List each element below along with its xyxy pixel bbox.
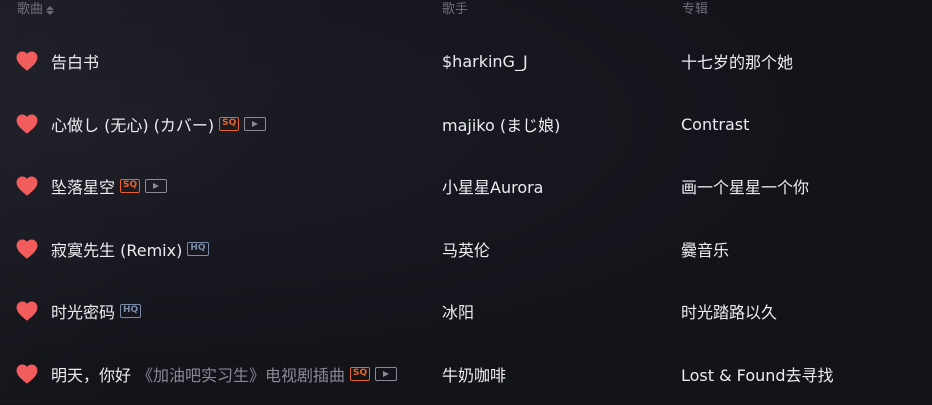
- table-header: 歌曲 歌手 专辑: [0, 0, 932, 22]
- header-artist-column: 歌手: [442, 1, 468, 19]
- hq-badge: HQ: [120, 304, 142, 318]
- song-row[interactable]: 寂寞先生 (Remix) HQ 马英伦 爨音乐: [0, 218, 932, 280]
- song-album[interactable]: 十七岁的那个她: [681, 30, 793, 92]
- heart-icon[interactable]: [16, 176, 38, 196]
- song-artist[interactable]: 牛奶咖啡: [442, 343, 506, 405]
- song-artist[interactable]: 马英伦: [442, 218, 490, 280]
- song-album[interactable]: Lost & Found去寻找: [681, 343, 834, 405]
- heart-icon[interactable]: [16, 239, 38, 259]
- sq-badge: SQ: [350, 367, 371, 381]
- song-row[interactable]: 坠落星空 SQ 小星星Aurora 画一个星星一个你: [0, 155, 932, 217]
- song-row[interactable]: 时光密码 HQ 冰阳 时光踏路以久: [0, 280, 932, 342]
- song-title[interactable]: 心做し (无心) (カバー): [51, 112, 214, 136]
- hq-badge: HQ: [187, 242, 209, 256]
- song-album[interactable]: 时光踏路以久: [681, 280, 777, 342]
- song-artist[interactable]: 冰阳: [442, 280, 474, 342]
- heart-icon[interactable]: [16, 364, 38, 384]
- sq-badge: SQ: [219, 117, 240, 131]
- song-title[interactable]: 明天，你好: [51, 362, 131, 386]
- mv-play-icon[interactable]: [244, 117, 267, 131]
- song-artist[interactable]: majiko (まじ娘): [442, 93, 560, 155]
- song-artist[interactable]: $harkinG_J: [442, 30, 528, 92]
- header-album-column: 专辑: [682, 1, 708, 19]
- song-title-cell[interactable]: 心做し (无心) (カバー) SQ: [51, 93, 267, 155]
- sq-badge: SQ: [120, 179, 141, 193]
- song-row[interactable]: 心做し (无心) (カバー) SQ majiko (まじ娘) Contrast: [0, 93, 932, 155]
- mv-play-icon[interactable]: [145, 179, 168, 193]
- song-title-cell[interactable]: 时光密码 HQ: [51, 280, 142, 342]
- mv-play-icon[interactable]: [375, 367, 398, 381]
- song-title-cell[interactable]: 明天，你好 《加油吧实习生》电视剧插曲 SQ: [51, 343, 398, 405]
- sort-icon[interactable]: [46, 5, 55, 15]
- song-title[interactable]: 坠落星空: [51, 174, 115, 198]
- song-title[interactable]: 告白书: [51, 49, 99, 73]
- song-row[interactable]: 明天，你好 《加油吧实习生》电视剧插曲 SQ 牛奶咖啡 Lost & Found去寻找: [0, 343, 932, 405]
- song-title-cell[interactable]: 告白书: [51, 30, 99, 92]
- song-title-cell[interactable]: 寂寞先生 (Remix) HQ: [51, 218, 209, 280]
- song-album[interactable]: 爨音乐: [681, 218, 729, 280]
- header-artist-label: 歌手: [442, 2, 469, 17]
- song-subtitle: 《加油吧实习生》电视剧插曲: [137, 366, 346, 385]
- song-album[interactable]: Contrast: [681, 93, 749, 155]
- song-title-cell[interactable]: 坠落星空 SQ: [51, 155, 168, 217]
- heart-icon[interactable]: [16, 114, 38, 134]
- song-album[interactable]: 画一个星星一个你: [681, 155, 809, 217]
- header-album-label: 专辑: [682, 2, 709, 17]
- song-artist[interactable]: 小星星Aurora: [442, 155, 544, 217]
- header-song-column[interactable]: 歌曲: [17, 1, 55, 19]
- header-song-label: 歌曲: [17, 2, 44, 17]
- song-title[interactable]: 时光密码: [51, 299, 115, 323]
- heart-icon[interactable]: [16, 301, 38, 321]
- song-title[interactable]: 寂寞先生 (Remix): [51, 237, 182, 261]
- song-row[interactable]: 告白书 $harkinG_J 十七岁的那个她: [0, 30, 932, 92]
- heart-icon[interactable]: [16, 51, 38, 71]
